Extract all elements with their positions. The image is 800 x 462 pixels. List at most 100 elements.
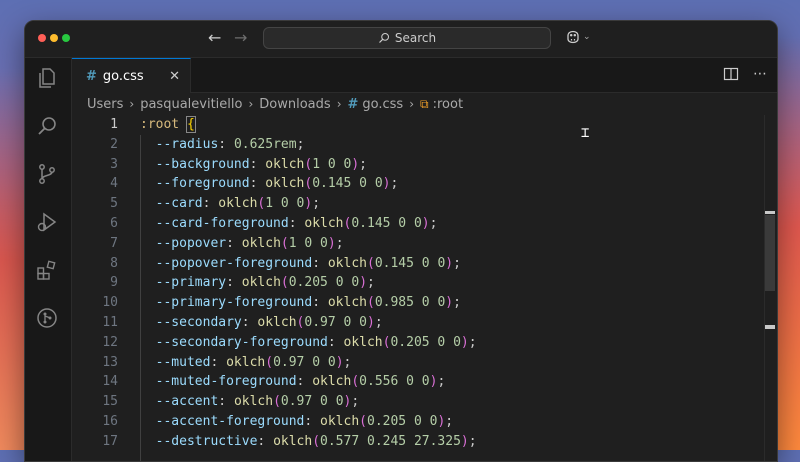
css-property: --background [155, 156, 250, 172]
line-number: 7 [110, 235, 118, 251]
css-function: oklch [312, 374, 352, 390]
editor-tab-bar: # go.css ✕ ⋯ [72, 58, 777, 93]
line-number: 9 [110, 275, 118, 291]
chevron-right-icon: › [336, 97, 342, 111]
semicolon: ; [367, 275, 375, 291]
copilot-button[interactable]: ⌄ [565, 29, 591, 45]
semicolon: ; [359, 156, 367, 172]
semicolon: ; [296, 136, 305, 152]
css-function-args: 1 0 0 [312, 156, 352, 172]
run-debug-icon[interactable] [35, 210, 59, 234]
css-function-args: 0.985 0 0 [374, 295, 446, 311]
breadcrumb-item-downloads[interactable]: Downloads [259, 97, 330, 112]
split-editor-icon[interactable] [723, 66, 739, 82]
explorer-icon[interactable] [35, 66, 59, 90]
css-property: --muted [155, 354, 211, 370]
source-control-icon[interactable] [35, 162, 59, 186]
line-number: 3 [110, 156, 118, 172]
colon: : [312, 295, 328, 311]
open-paren: ( [280, 235, 289, 251]
chevron-down-icon: ⌄ [583, 32, 591, 42]
close-paren: ) [359, 275, 368, 291]
close-paren: ) [367, 315, 375, 330]
code-line: 5 --card: oklch(1 0 0); [72, 194, 765, 214]
open-paren: ( [367, 255, 375, 271]
zoom-window-button[interactable] [62, 34, 70, 42]
colon: : [218, 394, 234, 410]
line-number: 5 [110, 196, 118, 212]
command-center-search[interactable]: Search [263, 27, 551, 49]
line-content: :root { [140, 115, 196, 135]
css-function: oklch [304, 216, 344, 231]
line-number: 15 [102, 394, 118, 410]
line-number: 8 [110, 255, 118, 271]
forward-arrow-icon[interactable]: → [234, 29, 247, 47]
code-line: 9 --primary: oklch(0.205 0 0); [72, 273, 765, 293]
close-tab-icon[interactable]: ✕ [169, 69, 180, 84]
colon: : [249, 156, 266, 172]
semicolon: ; [468, 334, 477, 350]
tab-go-css[interactable]: # go.css ✕ [72, 58, 191, 93]
line-content: --accent-foreground: oklch(0.205 0 0); [140, 412, 453, 432]
css-function-args: 0.577 0.245 27.325 [320, 433, 461, 449]
close-paren: ) [335, 354, 344, 370]
breadcrumb-item-user[interactable]: pasqualevitiello [140, 97, 242, 112]
css-function: oklch [257, 315, 297, 330]
semicolon: ; [453, 255, 461, 271]
css-function-args: 0.205 0 0 [288, 275, 360, 291]
title-bar: ← → Search ⌄ [25, 21, 777, 58]
css-number: 0.625 [233, 136, 274, 152]
close-paren: ) [460, 433, 469, 449]
css-file-icon: # [86, 68, 97, 84]
line-content: --accent: oklch(0.97 0 0); [140, 392, 360, 412]
code-line: 16 --accent-foreground: oklch(0.205 0 0)… [72, 412, 765, 432]
line-number: 4 [110, 176, 118, 192]
colon: : [226, 235, 242, 251]
css-function-args: 1 0 0 [265, 196, 305, 212]
git-icon[interactable] [35, 306, 59, 330]
scrollbar-thumb[interactable] [765, 215, 775, 291]
semicolon: ; [335, 235, 344, 251]
close-paren: ) [421, 216, 430, 231]
css-function-args: 1 0 0 [288, 235, 328, 251]
breadcrumb-item-symbol[interactable]: :root [433, 97, 463, 112]
code-editor[interactable]: 1:root {2 --radius: 0.625rem; 3 --backgro… [72, 115, 765, 461]
code-line: 15 --accent: oklch(0.97 0 0); [72, 392, 765, 412]
open-paren: ( [351, 374, 360, 390]
colon: : [304, 414, 321, 429]
css-property: --primary [155, 275, 227, 291]
line-content: --popover: oklch(1 0 0); [140, 234, 344, 254]
close-window-button[interactable] [38, 34, 46, 42]
css-unit: rem [273, 136, 297, 152]
vertical-scrollbar[interactable] [764, 115, 777, 461]
css-function-args: 0.97 0 0 [273, 354, 336, 370]
line-content: --primary: oklch(0.205 0 0); [140, 273, 375, 293]
breadcrumb-item-file[interactable]: go.css [362, 97, 403, 112]
code-line: 17 --destructive: oklch(0.577 0.245 27.3… [72, 432, 765, 452]
line-content: --primary-foreground: oklch(0.985 0 0); [140, 293, 461, 313]
open-brace: { [185, 116, 196, 133]
semicolon: ; [312, 196, 321, 212]
search-icon[interactable] [35, 114, 59, 138]
css-function: oklch [233, 394, 274, 410]
extensions-icon[interactable] [35, 258, 59, 282]
css-function-args: 0.205 0 0 [390, 334, 461, 350]
css-property: --destructive [155, 433, 258, 449]
css-function-args: 0.205 0 0 [367, 414, 438, 429]
colon: : [226, 275, 242, 291]
tab-label: go.css [102, 68, 144, 84]
colon: : [288, 216, 305, 231]
open-paren: ( [312, 433, 321, 449]
symbol-icon: ⧉ [420, 96, 429, 111]
code-line: 11 --secondary: oklch(0.97 0 0); [72, 313, 765, 333]
more-actions-icon[interactable]: ⋯ [753, 66, 767, 82]
code-line: 4 --foreground: oklch(0.145 0 0); [72, 174, 765, 194]
css-property: --secondary-foreground [155, 334, 328, 350]
breadcrumb-item-users[interactable]: Users [87, 97, 123, 112]
minimize-window-button[interactable] [50, 34, 58, 42]
css-function-args: 0.145 0 0 [351, 216, 422, 231]
back-arrow-icon[interactable]: ← [208, 29, 221, 47]
line-number: 11 [102, 315, 118, 330]
css-function-args: 0.97 0 0 [280, 394, 344, 410]
line-content: --popover-foreground: oklch(0.145 0 0); [140, 254, 461, 274]
